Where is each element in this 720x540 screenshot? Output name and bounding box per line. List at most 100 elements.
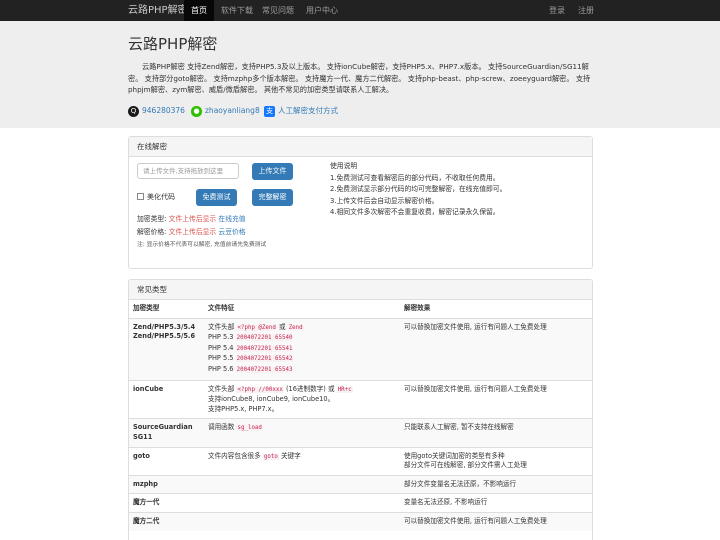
table-row: goto 文件内容包含很多 goto 关键字 使用goto关键词加密的类型有多种… — [129, 446, 592, 476]
table-header-row: 加密类型 文件特征 解密效果 — [129, 300, 592, 319]
code-snippet: sg_load — [236, 425, 263, 432]
effect-cell: 可以替换加密文件使用, 运行有问题人工免费处理 — [400, 379, 592, 419]
qq-contact[interactable]: Q 946280376 — [128, 104, 185, 117]
wechat-contact[interactable]: ● zhaoyanliang8 — [191, 104, 260, 117]
price-label: 解密价格: — [137, 228, 167, 236]
usage-title: 使用说明 — [330, 162, 358, 170]
wechat-icon: ● — [191, 105, 202, 117]
feature-cell: 文件头部 <?php @Zend 或 Zend PHP 5.3 20040722… — [204, 317, 400, 381]
beautify-label: 美化代码 — [147, 193, 175, 201]
nav-download[interactable]: 软件下载 — [221, 0, 253, 21]
beautify-checkbox[interactable] — [137, 193, 144, 200]
feature-text: 文件头部 — [208, 384, 235, 393]
encryption-type-label: 加密类型: — [137, 215, 167, 223]
full-decrypt-button[interactable]: 完整解密 — [252, 189, 293, 206]
upload-button[interactable]: 上传文件 — [252, 163, 293, 180]
type-cell: mzphp — [129, 474, 204, 494]
code-snippet: 2004072201 65540 — [235, 335, 294, 342]
online-decrypt-panel: 在线解密 请上传文件,支持拖放到这里 上传文件 美化代码 免费测试 完整解密 加… — [128, 136, 593, 269]
qq-icon: Q — [128, 105, 139, 117]
effect-cell: 部分文件变量名无法还原，不影响运行 — [400, 474, 592, 494]
type-cell: SourceGuardian SG11 — [129, 418, 204, 448]
usage-item: 3.上传文件后会自动显示解密价格。 — [330, 196, 439, 205]
php-version: PHP 5.4 — [208, 343, 234, 352]
feature-cell — [204, 493, 400, 513]
type-cell: ionCube — [129, 379, 204, 419]
col-header-type: 加密类型 — [129, 300, 204, 319]
usage-item: 4.相同文件多次解密不会重复收费，解密记录永久保留。 — [330, 208, 500, 217]
table-row: 魔方二代 可以替换加密文件使用, 运行有问题人工免费处理 — [129, 511, 592, 531]
bean-price-link[interactable]: 云豆价格 — [218, 228, 245, 236]
table-row: Zend/PHP5.3/5.4 Zend/PHP5.5/5.6 文件头部 <?p… — [129, 317, 592, 381]
nav-register[interactable]: 注册 — [578, 0, 594, 21]
feature-text: 关键字 — [280, 451, 301, 460]
payment-link[interactable]: 支人工解密支付方式 — [264, 104, 338, 117]
wechat-id: zhaoyanliang8 — [205, 106, 260, 115]
effect-cell: 使用goto关键词加密的类型有多种 部分文件可在线解密, 部分文件需人工处理 — [400, 446, 592, 476]
php-version: PHP 5.5 — [208, 354, 234, 363]
feature-cell — [204, 474, 400, 494]
col-header-effect: 解密效果 — [400, 300, 592, 319]
encryption-type-row: 加密类型: 文件上传后显示 在线充值 — [137, 214, 246, 224]
common-types-heading: 常见类型 — [129, 280, 592, 300]
php-version: PHP 5.6 — [208, 364, 234, 373]
usage-item: 2.免费测试显示部分代码的均可完整解密，在线充值即可。 — [330, 185, 507, 194]
feature-cell: 文件内容包含很多 goto 关键字 — [204, 446, 400, 476]
page-title: 云路PHP解密 — [128, 35, 218, 53]
feature-text: 支持ionCube8, ionCube9, ionCube10。 — [208, 395, 335, 404]
code-snippet: <?php @Zend — [236, 324, 277, 331]
feature-text: 文件头部 — [208, 322, 235, 331]
type-cell: 魔方一代 — [129, 493, 204, 513]
feature-text: (16进制数字) 或 — [285, 384, 335, 393]
effect-cell: 可以替换加密文件使用, 运行有问题人工免费处理 — [400, 317, 592, 381]
price-row: 解密价格: 文件上传后显示 云豆价格 — [137, 227, 246, 237]
code-snippet: goto — [262, 453, 279, 460]
recharge-link[interactable]: 在线充值 — [218, 215, 245, 223]
types-table: 加密类型 文件特征 解密效果 Zend/PHP5.3/5.4 Zend/PHP5… — [129, 300, 592, 531]
effect-cell: 可以替换加密文件使用, 运行有问题人工免费处理 — [400, 511, 592, 531]
price-value: 文件上传后显示 — [168, 228, 217, 236]
feature-text: 文件内容包含很多 — [208, 451, 261, 460]
type-cell: 魔方二代 — [129, 511, 204, 531]
nav-user-center[interactable]: 用户中心 — [306, 0, 338, 21]
code-snippet: 2004072201 65542 — [235, 356, 294, 363]
alipay-icon: 支 — [264, 105, 275, 117]
feature-text: 或 — [278, 322, 286, 331]
common-types-panel: 常见类型 加密类型 文件特征 解密效果 Zend/PHP5.3/5.4 Zend… — [128, 279, 593, 540]
code-snippet: 2004072201 65543 — [235, 366, 294, 373]
price-note: 注: 显示价格不代表可以解密, 充值前请先免费测试 — [137, 242, 267, 248]
effect-text: 使用goto关键词加密的类型有多种 — [404, 451, 505, 460]
usage-instructions: 使用说明 1.免费测试可查看解密后的部分代码，不收取任何费用。 2.免费测试显示… — [330, 161, 506, 219]
beautify-option[interactable]: 美化代码 — [137, 192, 175, 202]
nav-faq[interactable]: 常见问题 — [262, 0, 294, 21]
qq-number: 946280376 — [142, 106, 185, 115]
encryption-type-value: 文件上传后显示 — [168, 215, 217, 223]
table-row: ionCube 文件头部 <?php //00xxx (16进制数字) 或 HR… — [129, 379, 592, 419]
code-snippet: 2004072201 65541 — [235, 345, 294, 352]
nav-login[interactable]: 登录 — [549, 0, 565, 21]
col-header-feature: 文件特征 — [204, 300, 400, 319]
intro-text: 云路PHP解密 支持Zend解密，支持PHP5.3及以上版本。 支持ionCub… — [128, 62, 591, 95]
feature-cell — [204, 511, 400, 531]
free-test-button[interactable]: 免费测试 — [196, 189, 237, 206]
type-cell: goto — [129, 446, 204, 476]
effect-text: 部分文件可在线解密, 部分文件需人工处理 — [404, 461, 527, 470]
code-snippet: HR+c — [336, 386, 353, 393]
php-version: PHP 5.3 — [208, 333, 234, 342]
feature-text: 调用函数 — [208, 423, 235, 432]
code-snippet: Zend — [287, 324, 304, 331]
brand-link[interactable]: 云路PHP解密 — [128, 0, 188, 21]
table-row: mzphp 部分文件变量名无法还原，不影响运行 — [129, 474, 592, 494]
online-decrypt-heading: 在线解密 — [129, 137, 592, 157]
feature-text: 支持PHP5.x, PHP7.x。 — [208, 404, 279, 413]
type-cell: Zend/PHP5.3/5.4 Zend/PHP5.5/5.6 — [129, 317, 204, 381]
feature-cell: 调用函数 sg_load — [204, 418, 400, 448]
effect-cell: 变量名无法还原, 不影响运行 — [400, 493, 592, 513]
effect-cell: 只能联系人工解密, 暂不支持在线解密 — [400, 418, 592, 448]
top-navbar: 云路PHP解密 首页 软件下载 常见问题 用户中心 登录 注册 — [0, 0, 720, 21]
code-snippet: <?php //00xxx — [236, 386, 284, 393]
nav-home[interactable]: 首页 — [184, 0, 214, 21]
feature-cell: 文件头部 <?php //00xxx (16进制数字) 或 HR+c 支持ion… — [204, 379, 400, 419]
upload-dropzone[interactable]: 请上传文件,支持拖放到这里 — [137, 163, 239, 179]
payment-link-label: 人工解密支付方式 — [278, 106, 338, 115]
